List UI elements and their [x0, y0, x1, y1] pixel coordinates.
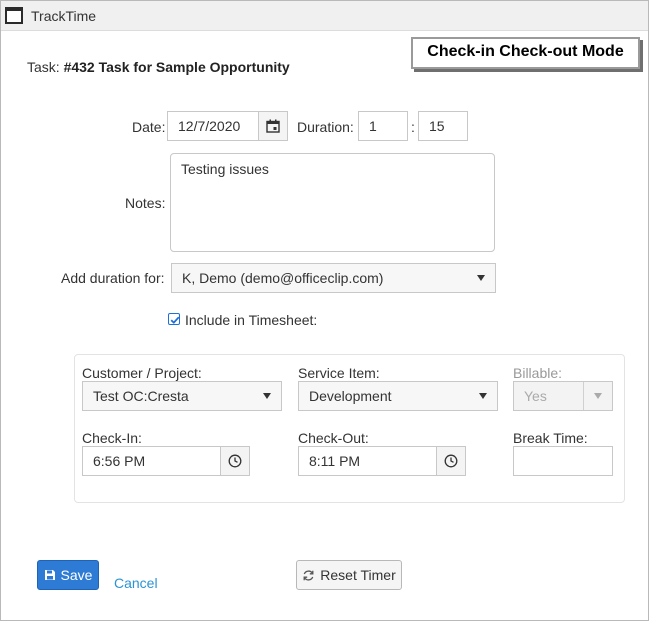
save-button[interactable]: Save [37, 560, 99, 590]
tracktime-window: TrackTime Check-in Check-out Mode Task: … [0, 0, 649, 621]
calendar-icon [266, 119, 280, 133]
duration-separator: : [411, 119, 415, 135]
date-picker-button[interactable] [258, 111, 288, 141]
checkin-time-picker-button[interactable] [220, 446, 250, 476]
add-duration-label: Add duration for: [61, 270, 165, 286]
customer-select[interactable]: Test OC:Cresta [82, 381, 282, 411]
cancel-link[interactable]: Cancel [114, 575, 158, 591]
customer-value: Test OC:Cresta [93, 388, 189, 404]
notes-label: Notes: [125, 195, 166, 211]
chevron-down-icon [477, 275, 485, 281]
customer-label: Customer / Project: [82, 365, 202, 381]
service-value: Development [309, 388, 392, 404]
save-button-label: Save [60, 567, 93, 583]
chevron-down-icon [594, 393, 602, 399]
billable-label: Billable: [513, 365, 563, 381]
date-input[interactable]: 12/7/2020 [167, 111, 259, 141]
checkout-input[interactable]: 8:11 PM [298, 446, 438, 476]
add-duration-value: K, Demo (demo@officeclip.com) [182, 270, 384, 286]
checkout-time-picker-button[interactable] [436, 446, 466, 476]
billable-value: Yes [524, 388, 547, 404]
window-icon [5, 7, 23, 24]
billable-select: Yes [513, 381, 613, 411]
select-divider [583, 382, 584, 410]
refresh-icon [303, 569, 314, 581]
include-timesheet-label: Include in Timesheet: [185, 312, 318, 328]
clock-icon [228, 454, 242, 468]
break-time-input[interactable] [513, 446, 613, 476]
duration-minutes-input[interactable]: 15 [418, 111, 468, 141]
checkin-input[interactable]: 6:56 PM [82, 446, 222, 476]
title-bar: TrackTime [1, 1, 648, 31]
checkin-label: Check-In: [82, 430, 142, 446]
duration-hours-input[interactable]: 1 [358, 111, 408, 141]
add-duration-select[interactable]: K, Demo (demo@officeclip.com) [171, 263, 496, 293]
checkmark-icon [170, 316, 180, 324]
mode-badge: Check-in Check-out Mode [411, 37, 640, 69]
service-select[interactable]: Development [298, 381, 498, 411]
clock-icon [444, 454, 458, 468]
include-timesheet-checkbox[interactable] [168, 313, 180, 325]
task-label: Task: [27, 59, 60, 75]
reset-timer-label: Reset Timer [320, 567, 396, 583]
task-name: #432 Task for Sample Opportunity [63, 59, 290, 75]
window-title: TrackTime [31, 8, 97, 24]
service-label: Service Item: [298, 365, 380, 381]
checkout-label: Check-Out: [298, 430, 369, 446]
notes-textarea[interactable]: Testing issues [170, 153, 495, 252]
duration-label: Duration: [297, 119, 354, 135]
chevron-down-icon [479, 393, 487, 399]
task-line: Task: #432 Task for Sample Opportunity [27, 59, 290, 75]
reset-timer-button[interactable]: Reset Timer [296, 560, 402, 590]
date-label: Date: [132, 119, 166, 135]
break-time-label: Break Time: [513, 430, 588, 446]
chevron-down-icon [263, 393, 271, 399]
floppy-disk-icon [44, 570, 55, 580]
